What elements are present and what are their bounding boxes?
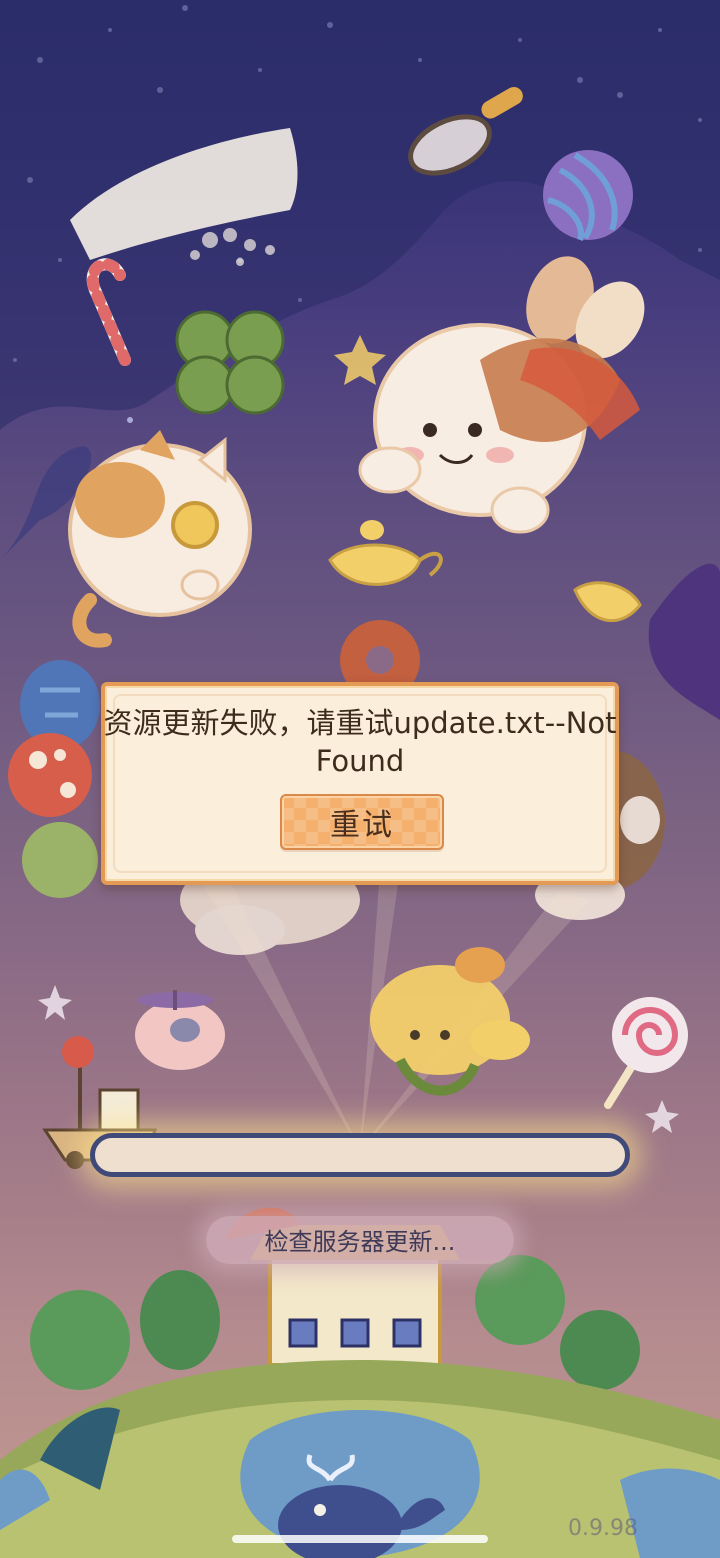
loading-progress-bar [90, 1133, 630, 1177]
cat-balloon-icon [68, 430, 252, 648]
version-label: 0.9.98 [568, 1516, 638, 1541]
lollipop-icon [604, 997, 688, 1109]
yarn-ball-icon [543, 150, 633, 241]
pig-helicopter-icon [135, 990, 225, 1070]
loading-status-text: 检查服务器更新... [264, 1228, 456, 1256]
balloons-icon [8, 660, 100, 898]
bunny-character-icon [358, 256, 645, 534]
game-loading-screen: 资源更新失败，请重试update.txt--Not Found 重试 检查服务器… [0, 0, 720, 1558]
clover-icon [175, 310, 285, 415]
genie-lamp-icon [328, 520, 443, 586]
error-message: 资源更新失败，请重试update.txt--Not Found [103, 706, 617, 778]
home-indicator[interactable] [232, 1535, 488, 1543]
retry-button[interactable]: 重试 [280, 794, 444, 850]
update-error-dialog: 资源更新失败，请重试update.txt--Not Found 重试 [101, 682, 619, 885]
